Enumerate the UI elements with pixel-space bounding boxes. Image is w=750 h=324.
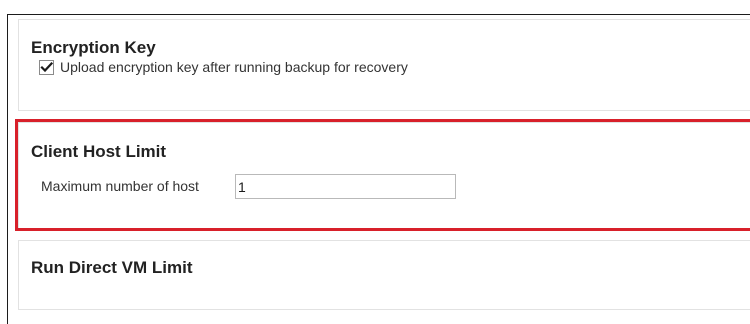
client-host-limit-panel: Client Host Limit Maximum number of host [18, 122, 750, 229]
upload-key-checkbox[interactable] [39, 60, 54, 75]
client-host-limit-title: Client Host Limit [31, 142, 167, 161]
upload-key-checkbox-label[interactable]: Upload encryption key after running back… [60, 59, 408, 75]
encryption-key-title: Encryption Key [31, 38, 156, 57]
checkmark-icon [40, 61, 53, 73]
run-direct-vm-limit-title: Run Direct VM Limit [31, 258, 193, 277]
run-direct-vm-limit-panel: Run Direct VM Limit [18, 240, 750, 310]
max-host-label: Maximum number of host [41, 178, 199, 194]
max-host-input[interactable] [235, 174, 456, 199]
encryption-key-panel: Encryption Key Upload encryption key aft… [18, 19, 750, 111]
